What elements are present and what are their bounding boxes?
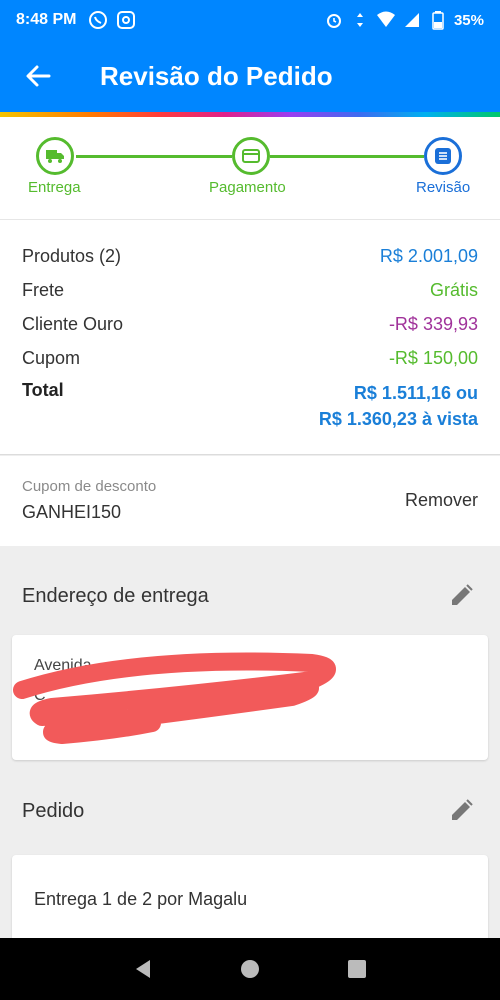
gold-label: Cliente Ouro <box>22 314 124 334</box>
total-value: R$ 1.511,16 ou R$ 1.360,23 à vista <box>319 380 478 432</box>
edit-order-button[interactable] <box>446 796 476 826</box>
summary-row-products: Produtos (2) R$ 2.001,09 <box>22 246 478 267</box>
data-arrows-icon <box>350 10 370 30</box>
status-time: 8:48 PM <box>16 11 77 28</box>
shipping-value: Grátis <box>429 280 478 300</box>
arrow-left-icon <box>26 65 51 87</box>
order-section-title: Pedido <box>22 800 85 822</box>
products-value: R$ 2.001,09 <box>379 246 478 266</box>
summary-row-coupon: Cupom -R$ 150,00 <box>22 348 478 369</box>
coupon-code: GANHEI150 <box>22 502 122 522</box>
wifi-icon <box>376 10 396 30</box>
step-label-entrega: Entrega <box>28 179 81 196</box>
system-nav-bar <box>0 938 500 1000</box>
battery-icon <box>428 10 448 30</box>
products-label: Produtos (2) <box>22 246 122 266</box>
coupon-label: Cupom de desconto <box>22 478 157 495</box>
card-icon <box>242 149 260 163</box>
nav-recents-button[interactable] <box>343 955 371 983</box>
status-bar: 8:48 PM 35% <box>0 0 500 40</box>
summary-row-total: Total R$ 1.511,16 ou R$ 1.360,23 à vista <box>22 380 478 432</box>
checkout-stepper: Entrega Pagamento Revisão <box>0 117 500 219</box>
step-connector <box>270 155 424 158</box>
nav-back-button[interactable] <box>129 955 157 983</box>
square-recents-icon <box>347 960 366 978</box>
app-icon <box>116 10 136 30</box>
order-card[interactable]: Entrega 1 de 2 por Magalu <box>12 855 488 945</box>
step-revisao[interactable] <box>424 137 462 175</box>
edit-address-button[interactable] <box>446 581 476 611</box>
remove-coupon-button[interactable]: Remover <box>405 490 478 511</box>
coupon-discount-value: -R$ 150,00 <box>388 348 478 368</box>
alarm-icon <box>324 10 344 30</box>
step-entrega[interactable] <box>36 137 74 175</box>
gold-value: -R$ 339,93 <box>388 314 478 334</box>
step-connector <box>76 155 232 158</box>
shipping-label: Frete <box>22 280 65 300</box>
circle-home-icon <box>240 960 259 978</box>
coupon-discount-label: Cupom <box>22 348 81 368</box>
address-card[interactable]: Avenida C <box>12 635 488 760</box>
list-icon <box>435 148 451 164</box>
summary-row-shipping: Frete Grátis <box>22 280 478 301</box>
back-button[interactable] <box>0 40 76 112</box>
signal-icon <box>402 10 422 30</box>
total-installment: R$ 1.511,16 ou <box>353 383 478 403</box>
app-bar: Revisão do Pedido <box>0 40 500 112</box>
step-label-revisao: Revisão <box>416 179 471 196</box>
page-title: Revisão do Pedido <box>100 60 333 91</box>
pencil-icon <box>452 584 473 605</box>
total-cash: R$ 1.360,23 à vista <box>318 409 478 429</box>
battery-percent: 35% <box>453 11 484 29</box>
pencil-icon <box>452 799 473 820</box>
address-section-title: Endereço de entrega <box>22 585 209 607</box>
whatsapp-icon <box>88 10 108 30</box>
nav-home-button[interactable] <box>236 955 264 983</box>
delivery-label: Entrega 1 de 2 por Magalu <box>34 889 248 909</box>
coupon-section: Cupom de desconto GANHEI150 Remover <box>0 456 500 546</box>
order-summary: Produtos (2) R$ 2.001,09 Frete Grátis Cl… <box>0 219 500 455</box>
step-label-pagamento: Pagamento <box>209 179 286 196</box>
truck-icon <box>46 150 64 163</box>
redaction-scribble <box>13 652 336 744</box>
summary-row-gold: Cliente Ouro -R$ 339,93 <box>22 314 478 335</box>
step-pagamento[interactable] <box>232 137 270 175</box>
triangle-back-icon <box>136 960 151 978</box>
total-label: Total <box>22 380 64 400</box>
